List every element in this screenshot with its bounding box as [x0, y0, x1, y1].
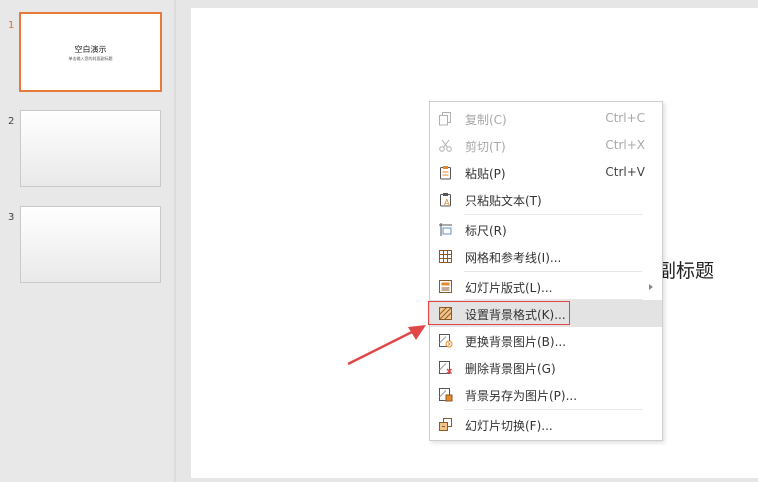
layout-icon	[438, 279, 453, 294]
menu-separator	[464, 214, 642, 215]
menu-item-cut[interactable]: 剪切(T) Ctrl+X	[430, 132, 662, 159]
thumbnail-subtitle: 单击输入您的封面副标题	[68, 56, 113, 61]
menu-item-label: 粘贴(P)	[465, 167, 506, 181]
menu-separator	[464, 271, 642, 272]
slide-number-2: 2	[8, 116, 15, 127]
menu-item-delete-background-picture[interactable]: 删除背景图片(G)	[430, 354, 662, 381]
slide-thumbnail-panel: 1 空白演示 单击输入您的封面副标题 2 3	[0, 0, 174, 482]
menu-item-label: 幻灯片版式(L)...	[465, 281, 553, 295]
save-background-icon	[438, 387, 453, 402]
slide-subtitle[interactable]: 副标题	[657, 256, 714, 283]
slide-number-3: 3	[8, 212, 15, 223]
menu-item-change-background-picture[interactable]: 更换背景图片(B)...	[430, 327, 662, 354]
menu-item-label: 标尺(R)	[465, 224, 507, 238]
menu-item-label: 只粘贴文本(T)	[465, 194, 542, 208]
context-menu: 复制(C) Ctrl+C 剪切(T) Ctrl+X 粘贴(P) Ctrl+V A…	[429, 101, 663, 441]
menu-item-label: 网格和参考线(I)...	[465, 251, 562, 265]
slide-thumbnail-3[interactable]	[20, 206, 161, 283]
copy-icon	[438, 111, 453, 126]
annotation-highlight-box	[428, 301, 570, 325]
menu-item-ruler[interactable]: 标尺(R)	[430, 216, 662, 243]
grid-icon	[438, 249, 453, 264]
menu-item-shortcut: Ctrl+V	[605, 165, 645, 179]
menu-item-slide-layout[interactable]: 幻灯片版式(L)...	[430, 273, 662, 300]
menu-item-slide-transition[interactable]: 幻灯片切换(F)...	[430, 411, 662, 438]
menu-item-shortcut: Ctrl+C	[605, 111, 645, 125]
slide-thumbnail-2[interactable]	[20, 110, 161, 187]
menu-item-label: 剪切(T)	[465, 140, 506, 154]
menu-item-label: 复制(C)	[465, 113, 507, 127]
delete-background-icon	[438, 360, 453, 375]
menu-item-copy[interactable]: 复制(C) Ctrl+C	[430, 105, 662, 132]
cut-icon	[438, 138, 453, 153]
menu-item-save-background-as-picture[interactable]: 背景另存为图片(P)...	[430, 381, 662, 408]
menu-item-label: 更换背景图片(B)...	[465, 335, 567, 349]
svg-text:A: A	[444, 198, 450, 207]
panel-divider[interactable]	[174, 0, 176, 482]
submenu-arrow-icon	[649, 284, 653, 290]
menu-item-label: 背景另存为图片(P)...	[465, 389, 578, 403]
menu-item-label: 幻灯片切换(F)...	[465, 419, 553, 433]
menu-item-shortcut: Ctrl+X	[605, 138, 645, 152]
ruler-icon	[438, 222, 453, 237]
slide-number-1: 1	[8, 20, 15, 31]
menu-separator	[464, 409, 642, 410]
menu-item-paste-text-only[interactable]: A 只粘贴文本(T)	[430, 186, 662, 213]
change-background-icon	[438, 333, 453, 348]
paste-icon	[438, 165, 453, 180]
slide-transition-icon	[438, 417, 453, 432]
thumbnail-title: 空白演示	[74, 45, 107, 54]
menu-item-grid-guides[interactable]: 网格和参考线(I)...	[430, 243, 662, 270]
annotation-arrow-icon	[347, 325, 426, 366]
menu-item-paste[interactable]: 粘贴(P) Ctrl+V	[430, 159, 662, 186]
menu-item-label: 删除背景图片(G)	[465, 362, 556, 376]
slide-thumbnail-1[interactable]: 空白演示 单击输入您的封面副标题	[19, 12, 162, 92]
paste-text-icon: A	[438, 192, 453, 207]
